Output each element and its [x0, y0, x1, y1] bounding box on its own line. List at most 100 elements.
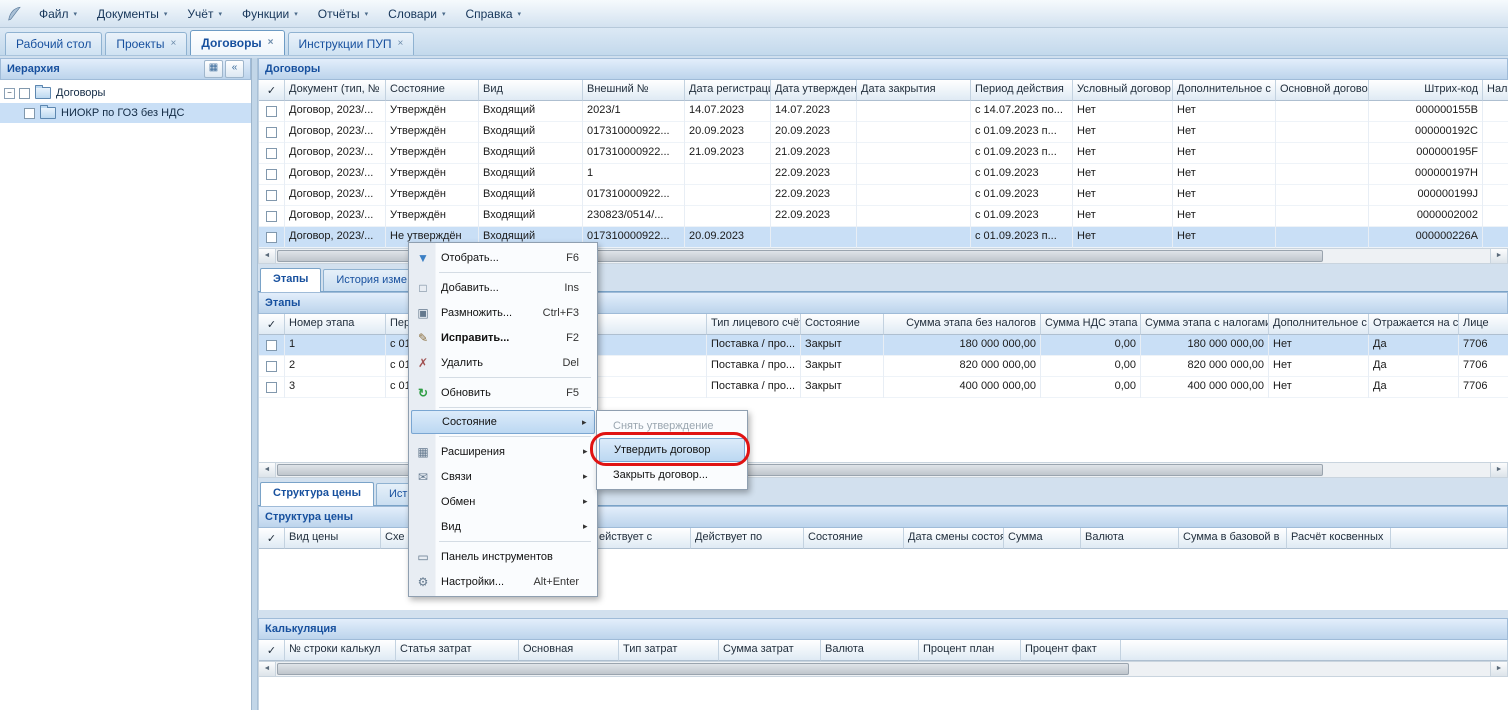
- menu-dictionaries[interactable]: Словари▾: [379, 3, 454, 25]
- column-header[interactable]: Документ (тип, №: [285, 80, 386, 101]
- column-header[interactable]: Номер этапа: [285, 314, 386, 335]
- table-row[interactable]: Договор, 2023/...УтверждёнВходящий2023/1…: [259, 101, 1508, 122]
- table-row[interactable]: Договор, 2023/...УтверждёнВходящий122.09…: [259, 164, 1508, 185]
- context-menu-item[interactable]: ▭Панель инструментов: [411, 544, 595, 569]
- column-header[interactable]: Состояние: [804, 528, 904, 549]
- column-header[interactable]: Статья затрат: [396, 640, 519, 661]
- tree-item-contracts[interactable]: − Договоры: [0, 83, 251, 103]
- column-header[interactable]: Вид цены: [285, 528, 381, 549]
- context-menu-item[interactable]: ▦Расширения▸: [411, 439, 595, 464]
- menu-documents[interactable]: Документы▾: [88, 3, 176, 25]
- column-header[interactable]: Условный договор: [1073, 80, 1173, 101]
- column-header[interactable]: Состояние: [801, 314, 884, 335]
- column-header[interactable]: Сумма затрат: [719, 640, 821, 661]
- close-icon[interactable]: ×: [170, 39, 176, 49]
- collapse-icon[interactable]: −: [4, 88, 15, 99]
- column-header[interactable]: Процент факт: [1021, 640, 1121, 661]
- column-header[interactable]: Сумма НДС этапа: [1041, 314, 1141, 335]
- scrollbar-thumb[interactable]: [277, 663, 1129, 675]
- column-header[interactable]: Вид: [479, 80, 583, 101]
- column-header[interactable]: Сумма в базовой в: [1179, 528, 1287, 549]
- table-row[interactable]: Договор, 2023/...УтверждёнВходящий017310…: [259, 122, 1508, 143]
- scroll-left-icon[interactable]: ◄: [259, 249, 276, 263]
- column-header[interactable]: Дата смены состоя: [904, 528, 1004, 549]
- menu-file[interactable]: Файл▾: [30, 3, 86, 25]
- context-submenu-item-1[interactable]: Утвердить договор: [599, 438, 745, 462]
- column-header[interactable]: № строки калькул: [285, 640, 396, 661]
- collapse-panel-icon[interactable]: «: [225, 60, 244, 78]
- column-header[interactable]: Основной договор: [1276, 80, 1369, 101]
- context-menu-item[interactable]: ↻ОбновитьF5: [411, 380, 595, 405]
- tab-stages[interactable]: Этапы: [260, 268, 321, 292]
- tab-projects[interactable]: Проекты×: [105, 32, 187, 55]
- context-menu-item[interactable]: ✎Исправить...F2: [411, 325, 595, 350]
- tab-price-structure[interactable]: Структура цены: [260, 482, 374, 506]
- tab-contracts[interactable]: Договоры×: [190, 30, 284, 55]
- select-all-header[interactable]: ✓: [259, 528, 285, 549]
- column-header[interactable]: Процент план: [919, 640, 1021, 661]
- menu-reports[interactable]: Отчёты▾: [309, 3, 377, 25]
- table-row[interactable]: Договор, 2023/...УтверждёнВходящий017310…: [259, 143, 1508, 164]
- table-row[interactable]: Договор, 2023/...УтверждёнВходящий230823…: [259, 206, 1508, 227]
- column-header[interactable]: Валюта: [821, 640, 919, 661]
- menu-accounting[interactable]: Учёт▾: [178, 3, 231, 25]
- context-menu-item[interactable]: ⚙Настройки...Alt+Enter: [411, 569, 595, 594]
- row-checkbox[interactable]: [266, 169, 277, 180]
- column-header[interactable]: Нало: [1483, 80, 1508, 101]
- row-checkbox[interactable]: [266, 340, 277, 351]
- column-header[interactable]: Внешний №: [583, 80, 685, 101]
- context-menu-item[interactable]: ▣Размножить...Ctrl+F3: [411, 300, 595, 325]
- close-icon[interactable]: ×: [398, 39, 404, 49]
- column-header[interactable]: Штрих-код: [1369, 80, 1483, 101]
- column-header[interactable]: Отражается на су: [1369, 314, 1459, 335]
- row-checkbox[interactable]: [266, 211, 277, 222]
- grid-view-icon[interactable]: ▦: [204, 60, 223, 78]
- tab-change-history[interactable]: История изме: [323, 269, 420, 291]
- row-checkbox[interactable]: [266, 232, 277, 243]
- row-checkbox[interactable]: [266, 382, 277, 393]
- column-header[interactable]: Дополнительное с: [1269, 314, 1369, 335]
- scroll-left-icon[interactable]: ◄: [259, 662, 276, 676]
- table-row[interactable]: Договор, 2023/...УтверждёнВходящий017310…: [259, 185, 1508, 206]
- context-menu-item[interactable]: Состояние▸: [411, 410, 595, 434]
- column-header[interactable]: Расчёт косвенных: [1287, 528, 1391, 549]
- row-checkbox[interactable]: [266, 127, 277, 138]
- select-all-header[interactable]: ✓: [259, 314, 285, 335]
- context-menu-item[interactable]: ✗УдалитьDel: [411, 350, 595, 375]
- column-header[interactable]: Сумма: [1004, 528, 1081, 549]
- scroll-right-icon[interactable]: ►: [1490, 463, 1507, 477]
- select-all-header[interactable]: ✓: [259, 640, 285, 661]
- column-header[interactable]: Период действия: [971, 80, 1073, 101]
- context-menu-item[interactable]: ✉Связи▸: [411, 464, 595, 489]
- column-header[interactable]: Дополнительное с: [1173, 80, 1276, 101]
- scroll-left-icon[interactable]: ◄: [259, 463, 276, 477]
- close-icon[interactable]: ×: [268, 38, 274, 48]
- column-header[interactable]: Лице: [1459, 314, 1508, 335]
- column-header[interactable]: Действует по: [691, 528, 804, 549]
- tab-pup-instructions[interactable]: Инструкции ПУП×: [288, 32, 415, 55]
- column-header[interactable]: Дата закрытия: [857, 80, 971, 101]
- tab-desktop[interactable]: Рабочий стол: [5, 32, 102, 55]
- scrollbar-track[interactable]: [276, 662, 1490, 676]
- column-header[interactable]: Сумма этапа с налогами: [1141, 314, 1269, 335]
- context-menu-item[interactable]: Обмен▸: [411, 489, 595, 514]
- context-menu-item[interactable]: □Добавить...Ins: [411, 275, 595, 300]
- row-checkbox[interactable]: [266, 361, 277, 372]
- horizontal-scrollbar[interactable]: ◄ ►: [258, 661, 1508, 677]
- column-header[interactable]: Состояние: [386, 80, 479, 101]
- row-checkbox[interactable]: [266, 106, 277, 117]
- scroll-right-icon[interactable]: ►: [1490, 662, 1507, 676]
- column-header[interactable]: Дата регистрации: [685, 80, 771, 101]
- row-checkbox[interactable]: [266, 190, 277, 201]
- context-submenu-item-0[interactable]: Снять утверждение: [599, 413, 745, 438]
- column-header[interactable]: Тип лицевого счёт: [707, 314, 801, 335]
- menu-help[interactable]: Справка▾: [456, 3, 530, 25]
- column-header[interactable]: Сумма этапа без налогов: [884, 314, 1041, 335]
- row-checkbox[interactable]: [266, 148, 277, 159]
- tree-item-niokr[interactable]: НИОКР по ГОЗ без НДС: [0, 103, 251, 123]
- column-header[interactable]: Основная: [519, 640, 619, 661]
- menu-functions[interactable]: Функции▾: [233, 3, 307, 25]
- context-submenu-item-2[interactable]: Закрыть договор...: [599, 462, 745, 487]
- context-menu-item[interactable]: Вид▸: [411, 514, 595, 539]
- select-all-header[interactable]: ✓: [259, 80, 285, 101]
